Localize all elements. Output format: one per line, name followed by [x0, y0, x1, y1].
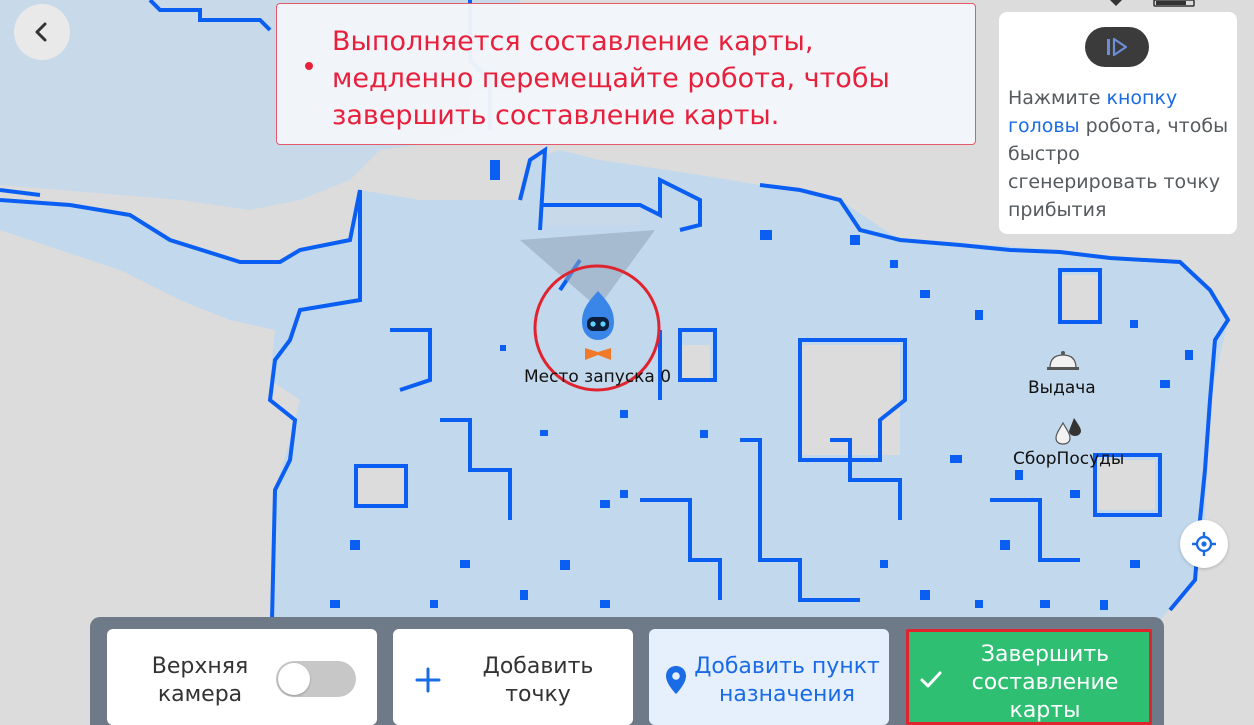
robot-start-label: Место запуска 0 — [524, 367, 672, 387]
location-pin-icon — [666, 666, 686, 694]
tip-text: Нажмите кнопку головы робота, чтобы быст… — [1008, 84, 1234, 224]
status-bar — [1110, 0, 1195, 7]
finish-label-line1: Завершить — [980, 642, 1110, 667]
add-point-button[interactable]: Добавить точку — [393, 629, 633, 725]
top-camera-toggle[interactable] — [276, 661, 356, 697]
finish-label-line2: составление — [971, 670, 1119, 695]
finish-mapping-button[interactable]: Завершить составление карты — [906, 629, 1152, 725]
bullet-dot — [305, 62, 313, 70]
point-label-pickup[interactable]: Выдача — [1028, 378, 1096, 398]
plus-icon — [415, 667, 441, 693]
top-camera-label-line2: камера — [157, 682, 243, 707]
back-button[interactable] — [14, 4, 70, 60]
finish-label-line3: карты — [1009, 698, 1081, 723]
mapping-notice: Выполняется составление карты, медленно … — [276, 3, 976, 145]
add-destination-button[interactable]: Добавить пункт назначения — [649, 629, 889, 725]
add-point-label-line2: точку — [505, 682, 571, 707]
notice-line-2: медленно перемещайте робота, чтобы — [332, 63, 890, 94]
add-destination-label-line1: Добавить пункт — [694, 654, 880, 679]
head-button-tip: Нажмите кнопку головы робота, чтобы быст… — [999, 12, 1237, 234]
play-pause-icon — [1107, 37, 1128, 57]
check-icon — [920, 671, 942, 688]
wifi-icon — [1110, 0, 1122, 6]
notice-line-3: завершить составление карты. — [332, 100, 780, 131]
top-camera-label-line1: Верхняя — [151, 654, 249, 679]
locate-button[interactable] — [1180, 520, 1228, 568]
add-destination-label-line2: назначения — [719, 682, 855, 707]
top-camera-label: Верхняя камера — [135, 653, 265, 709]
finish-mapping-label: Завершить составление карты — [949, 641, 1141, 725]
add-point-label-line1: Добавить — [482, 654, 594, 679]
tip-text-before: Нажмите — [1008, 87, 1107, 109]
head-button-hint[interactable] — [1085, 27, 1149, 67]
toggle-knob — [278, 663, 310, 695]
point-label-dishes[interactable]: СборПосуды — [1013, 449, 1124, 469]
top-camera-card: Верхняя камера — [107, 629, 377, 725]
notice-line-1: Выполняется составление карты, — [332, 26, 814, 57]
add-point-label: Добавить точку — [463, 653, 613, 709]
locate-icon — [1192, 532, 1216, 556]
action-bar: Верхняя камера Добавить точку Добавить п… — [90, 617, 1164, 725]
chevron-left-icon — [35, 22, 47, 42]
add-destination-label: Добавить пункт назначения — [689, 653, 885, 709]
